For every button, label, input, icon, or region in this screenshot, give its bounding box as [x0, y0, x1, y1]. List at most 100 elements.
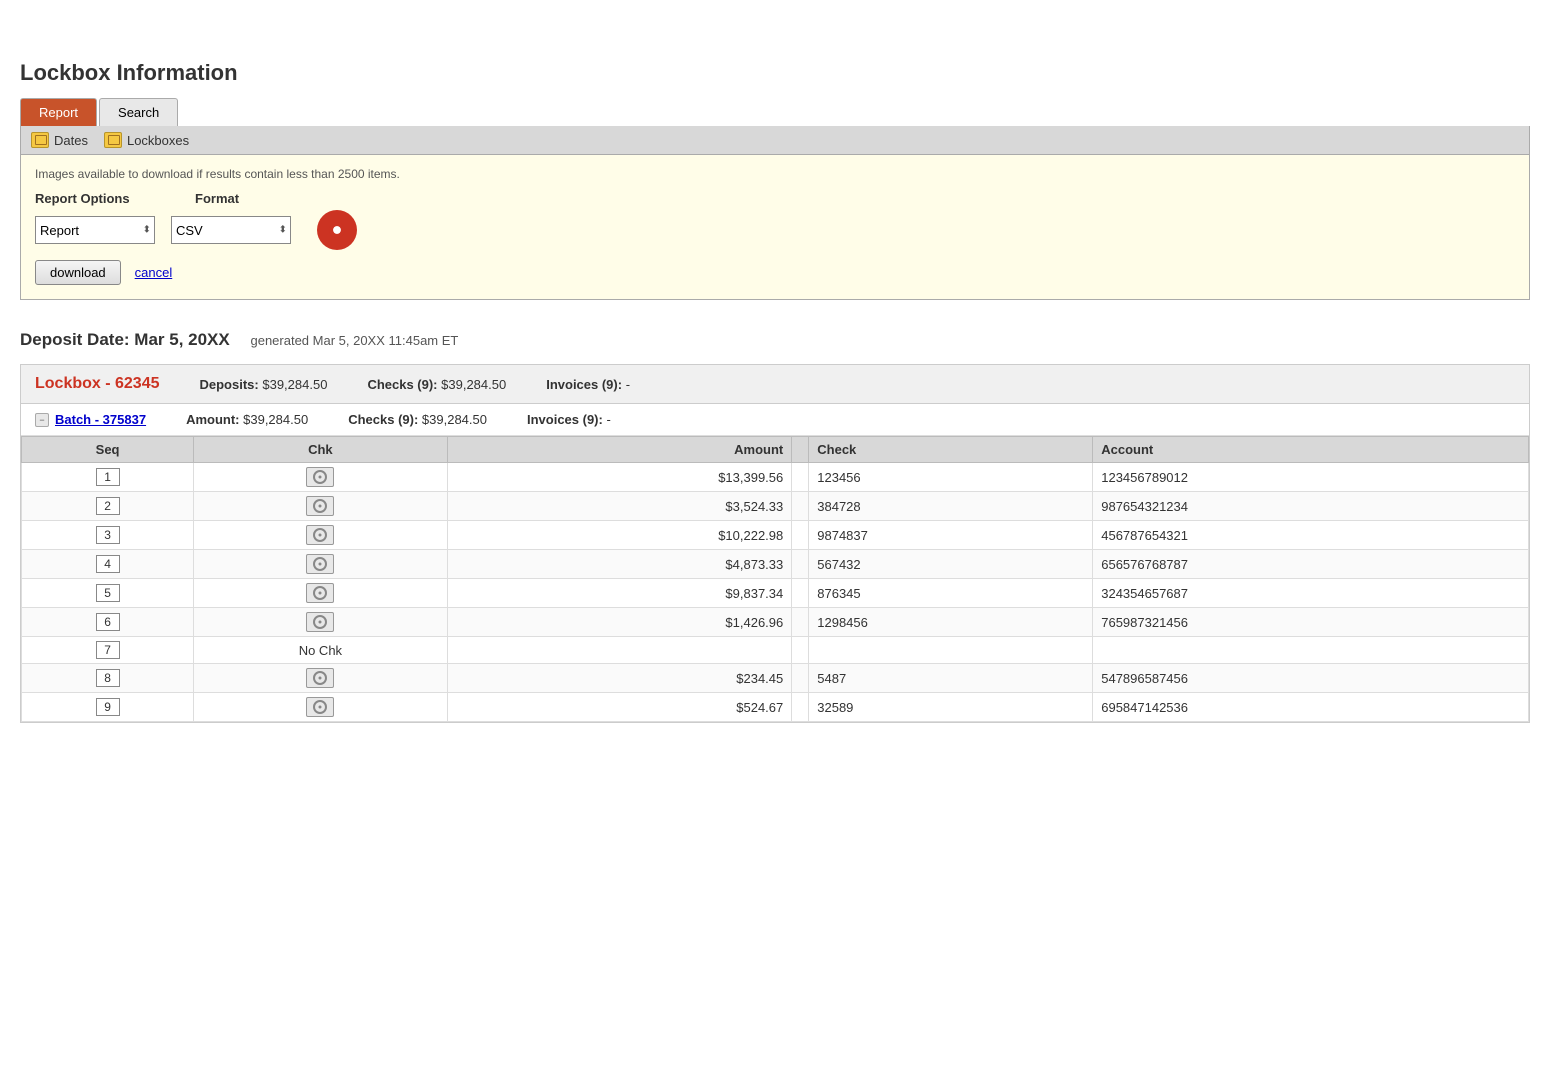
table-row: 6 $1,426.96 1298456765987321456	[22, 608, 1529, 637]
cell-empty	[792, 550, 809, 579]
cell-chk[interactable]	[194, 492, 447, 521]
check-image-icon[interactable]	[306, 525, 334, 545]
batch-checks-label: Checks (9):	[348, 412, 418, 427]
cell-seq[interactable]: 7	[22, 637, 194, 664]
cell-account: 765987321456	[1093, 608, 1529, 637]
check-image-icon[interactable]	[306, 467, 334, 487]
cell-check: 1298456	[809, 608, 1093, 637]
deposits-value: $39,284.50	[262, 377, 327, 392]
cell-empty	[792, 521, 809, 550]
check-image-icon[interactable]	[306, 554, 334, 574]
check-image-icon[interactable]	[306, 583, 334, 603]
options-label: Report Options	[35, 191, 165, 206]
cell-amount: $13,399.56	[447, 463, 792, 492]
cell-seq[interactable]: 5	[22, 579, 194, 608]
col-header-seq: Seq	[22, 437, 194, 463]
cell-account: 547896587456	[1093, 664, 1529, 693]
batch-invoices-value: -	[606, 412, 610, 427]
table-row: 3$10,222.989874837456787654321	[22, 521, 1529, 550]
page-wrapper: Lockbox Information Report Search Dates …	[0, 0, 1550, 759]
cell-check: 567432	[809, 550, 1093, 579]
batch-link[interactable]: Batch - 375837	[55, 412, 146, 427]
cell-check: 123456	[809, 463, 1093, 492]
cell-seq[interactable]: 6	[22, 608, 194, 637]
download-button[interactable]: download	[35, 260, 121, 285]
cell-empty	[792, 664, 809, 693]
cell-amount: $1,426.96	[447, 608, 792, 637]
lockbox-checks: Checks (9): $39,284.50	[367, 377, 506, 392]
check-image-icon[interactable]	[306, 496, 334, 516]
deposit-date-header: Deposit Date: Mar 5, 20XX generated Mar …	[20, 320, 1530, 350]
cell-chk[interactable]	[194, 664, 447, 693]
check-image-icon[interactable]	[306, 612, 334, 632]
tab-search[interactable]: Search	[99, 98, 178, 126]
cell-amount: $234.45	[447, 664, 792, 693]
cell-chk[interactable]	[194, 608, 447, 637]
tab-report[interactable]: Report	[20, 98, 97, 126]
cell-account: 987654321234	[1093, 492, 1529, 521]
collapse-icon[interactable]: −	[35, 413, 49, 427]
lockbox-deposits: Deposits: $39,284.50	[200, 377, 328, 392]
format-select[interactable]: CSV PDF Excel	[171, 216, 291, 244]
sub-toolbar-dates[interactable]: Dates	[31, 132, 88, 148]
cell-account: 456787654321	[1093, 521, 1529, 550]
cell-account: 123456789012	[1093, 463, 1529, 492]
batch-toggle[interactable]: − Batch - 375837	[35, 412, 146, 427]
table-row: 4$4,873.33567432656576768787	[22, 550, 1529, 579]
cell-chk[interactable]	[194, 521, 447, 550]
cell-empty	[792, 579, 809, 608]
col-header-chk: Chk	[194, 437, 447, 463]
cell-amount: $3,524.33	[447, 492, 792, 521]
cell-amount: $9,837.34	[447, 579, 792, 608]
sub-toolbar-lockboxes[interactable]: Lockboxes	[104, 132, 189, 148]
lockboxes-icon	[104, 132, 122, 148]
cell-chk: No Chk	[194, 637, 447, 664]
cell-chk[interactable]	[194, 550, 447, 579]
cell-check: 384728	[809, 492, 1093, 521]
cell-seq[interactable]: 2	[22, 492, 194, 521]
cell-empty	[792, 637, 809, 664]
batch-amount-label: Amount:	[186, 412, 239, 427]
check-image-icon[interactable]	[306, 668, 334, 688]
cell-chk[interactable]	[194, 579, 447, 608]
col-header-account: Account	[1093, 437, 1529, 463]
cell-seq[interactable]: 9	[22, 693, 194, 722]
cell-seq[interactable]: 1	[22, 463, 194, 492]
form-labels: Report Options Format	[35, 191, 1515, 206]
cell-seq[interactable]: 3	[22, 521, 194, 550]
action-row: download cancel	[35, 260, 1515, 285]
report-panel: Images available to download if results …	[20, 155, 1530, 300]
lockbox-header: Lockbox - 62345 Deposits: $39,284.50 Che…	[21, 365, 1529, 404]
cell-empty	[792, 608, 809, 637]
cell-account: 324354657687	[1093, 579, 1529, 608]
loading-indicator-inner	[329, 222, 345, 238]
table-row: 5$9,837.34876345324354657687	[22, 579, 1529, 608]
checks-label: Checks (9):	[367, 377, 437, 392]
cell-seq[interactable]: 8	[22, 664, 194, 693]
info-text: Images available to download if results …	[35, 167, 1515, 181]
cell-account: 695847142536	[1093, 693, 1529, 722]
cell-check	[809, 637, 1093, 664]
cell-seq[interactable]: 4	[22, 550, 194, 579]
invoices-label: Invoices (9):	[546, 377, 622, 392]
checks-value: $39,284.50	[441, 377, 506, 392]
report-options-select[interactable]: Report Detail Summary	[35, 216, 155, 244]
cell-empty	[792, 693, 809, 722]
cell-chk[interactable]	[194, 693, 447, 722]
check-image-icon[interactable]	[306, 697, 334, 717]
cancel-button[interactable]: cancel	[135, 265, 173, 280]
sub-toolbar-dates-label: Dates	[54, 133, 88, 148]
batch-amount: Amount: $39,284.50	[186, 412, 308, 427]
cell-chk[interactable]	[194, 463, 447, 492]
table-row: 8$234.455487547896587456	[22, 664, 1529, 693]
batch-checks-value: $39,284.50	[422, 412, 487, 427]
loading-indicator	[317, 210, 357, 250]
table-row: 1 $13,399.56 123456123456789012	[22, 463, 1529, 492]
table-body: 1$13,399.561234561234567890122$3,524.333…	[22, 463, 1529, 722]
cell-account: 656576768787	[1093, 550, 1529, 579]
lockbox-card: Lockbox - 62345 Deposits: $39,284.50 Che…	[20, 364, 1530, 723]
format-label: Format	[195, 191, 239, 206]
table-row: 2 $3,524.33 384728987654321234	[22, 492, 1529, 521]
format-wrapper: CSV PDF Excel	[171, 216, 291, 244]
tab-bar: Report Search	[20, 98, 1530, 126]
